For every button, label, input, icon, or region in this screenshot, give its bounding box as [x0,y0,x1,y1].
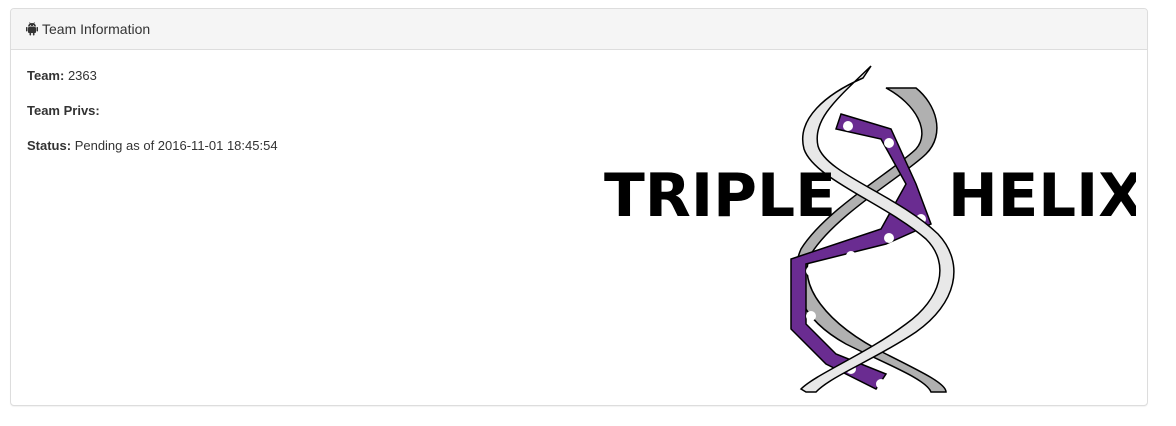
triple-helix-logo: TRIPLE HELIX [586,64,1136,394]
status-line: Status: Pending as of 2016-11-01 18:45:5… [27,138,278,154]
logo-word-triple: TRIPLE [604,161,836,231]
team-label: Team: [27,68,65,83]
team-value: 2363 [67,68,97,83]
panel-heading: Team Information [11,9,1147,50]
team-privs-line: Team Privs: [27,103,100,119]
panel-title: Team Information [42,21,151,37]
status-value: Pending as of 2016-11-01 18:45:54 [74,138,278,153]
panel-body: Team: 2363 Team Privs: Status: Pending a… [11,50,1147,405]
logo-word-helix: HELIX [948,161,1136,231]
status-label: Status: [27,138,72,153]
team-privs-label: Team Privs: [27,103,100,118]
team-number-line: Team: 2363 [27,68,97,84]
team-information-panel: Team Information Team: 2363 Team Privs: … [10,8,1148,406]
android-icon [26,22,38,36]
